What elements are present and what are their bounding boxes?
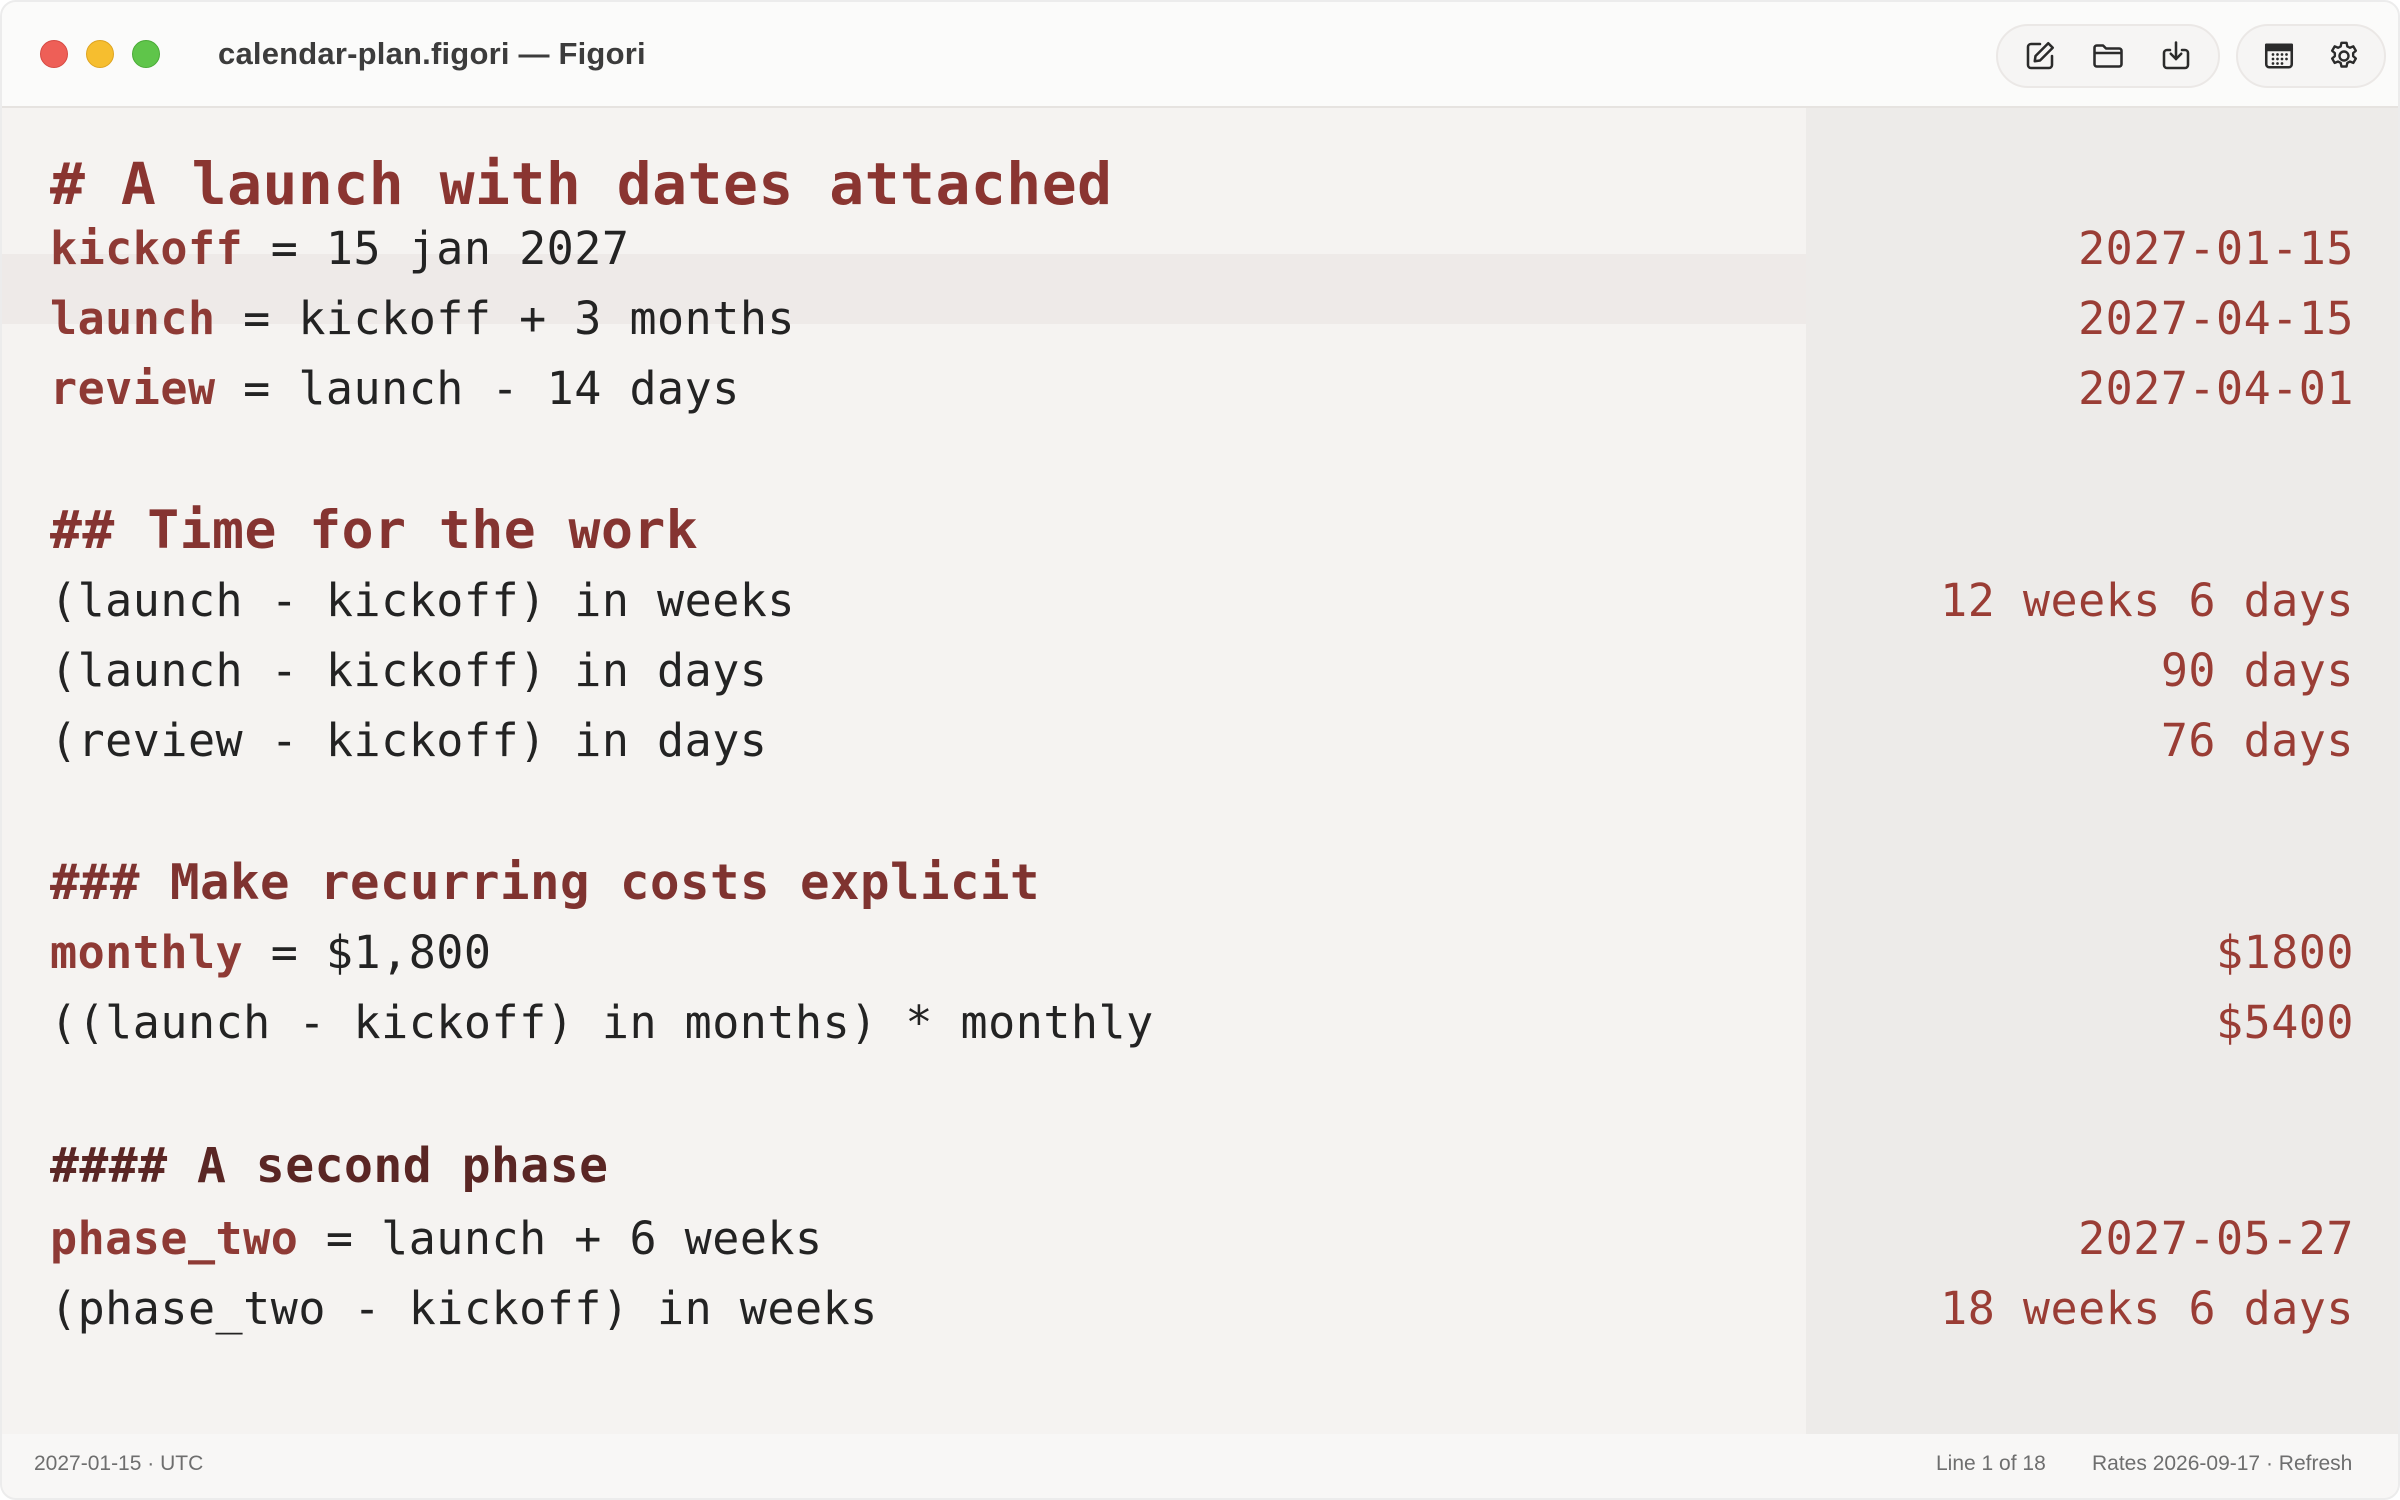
export-button[interactable] (2142, 28, 2210, 84)
code-line[interactable]: ((launch - kickoff) in months) * monthly (50, 996, 1154, 1049)
view-toolbar-group (2236, 24, 2386, 88)
calendar-icon (2264, 43, 2293, 69)
code-line[interactable]: review = launch - 14 days (50, 362, 740, 415)
heading-line[interactable]: # A launch with dates attached (50, 150, 1113, 218)
app-window: calendar-plan.figori — Figori # A launch… (0, 0, 2400, 1500)
settings-button[interactable] (2311, 28, 2376, 84)
result-value: $1800 (2216, 926, 2354, 979)
result-value: $5400 (2216, 996, 2354, 1049)
code-line[interactable]: (review - kickoff) in days (50, 714, 767, 767)
new-note-button[interactable] (2006, 28, 2074, 84)
result-value: 76 days (2160, 714, 2354, 767)
open-folder-icon (2093, 44, 2123, 68)
new-note-icon (2026, 41, 2055, 70)
result-value: 2027-01-15 (2078, 222, 2354, 275)
close-window-button[interactable] (40, 40, 68, 68)
code-line[interactable]: monthly = $1,800 (50, 926, 492, 979)
calendar-button[interactable] (2246, 28, 2311, 84)
variable-name: phase_two (50, 1212, 299, 1265)
heading-line[interactable]: ## Time for the work (50, 500, 698, 561)
window-title: calendar-plan.figori — Figori (218, 36, 646, 71)
variable-name: kickoff (50, 222, 244, 275)
export-icon (2162, 41, 2190, 70)
line-position-status: Line 1 of 18 (1936, 1452, 2046, 1475)
minimize-window-button[interactable] (86, 40, 114, 68)
expression: = launch - 14 days (215, 362, 740, 415)
rates-refresh-link[interactable]: Rates 2026-09-17 · Refresh (2092, 1452, 2352, 1476)
result-value: 2027-04-15 (2078, 292, 2354, 345)
code-line[interactable]: (launch - kickoff) in weeks (50, 574, 795, 627)
expression: = kickoff + 3 months (215, 292, 796, 345)
result-value: 2027-04-01 (2078, 362, 2354, 415)
expression: = $1,800 (243, 926, 492, 979)
editor-pane[interactable]: # A launch with dates attached kickoff =… (2, 108, 1806, 1434)
result-value: 90 days (2160, 644, 2354, 697)
code-line[interactable]: launch = kickoff + 3 months (50, 292, 795, 345)
expression: = launch + 6 weeks (298, 1212, 823, 1265)
code-line[interactable]: kickoff = 15 jan 2027 (50, 222, 629, 275)
result-value: 2027-05-27 (2078, 1212, 2354, 1265)
code-line[interactable]: phase_two = launch + 6 weeks (50, 1212, 823, 1265)
result-value: 12 weeks 6 days (1940, 574, 2354, 627)
open-file-button[interactable] (2074, 28, 2142, 84)
variable-name: monthly (50, 926, 244, 979)
variable-name: launch (50, 292, 216, 345)
result-value: 18 weeks 6 days (1940, 1282, 2354, 1335)
code-line[interactable]: (phase_two - kickoff) in weeks (50, 1282, 878, 1335)
code-line[interactable]: (launch - kickoff) in days (50, 644, 767, 697)
results-pane: 2027-01-15 2027-04-15 2027-04-01 12 week… (1806, 108, 2398, 1434)
expression: = 15 jan 2027 (243, 222, 630, 275)
file-toolbar-group (1996, 24, 2220, 88)
heading-line[interactable]: #### A second phase (50, 1138, 609, 1194)
maximize-window-button[interactable] (132, 40, 160, 68)
variable-name: review (50, 362, 216, 415)
heading-line[interactable]: ### Make recurring costs explicit (50, 854, 1040, 911)
date-timezone-status: 2027-01-15 · UTC (34, 1452, 204, 1475)
title-bar: calendar-plan.figori — Figori (2, 2, 2398, 108)
status-bar: 2027-01-15 · UTC Line 1 of 18 Rates 2026… (2, 1434, 2398, 1498)
settings-icon (2330, 41, 2357, 68)
